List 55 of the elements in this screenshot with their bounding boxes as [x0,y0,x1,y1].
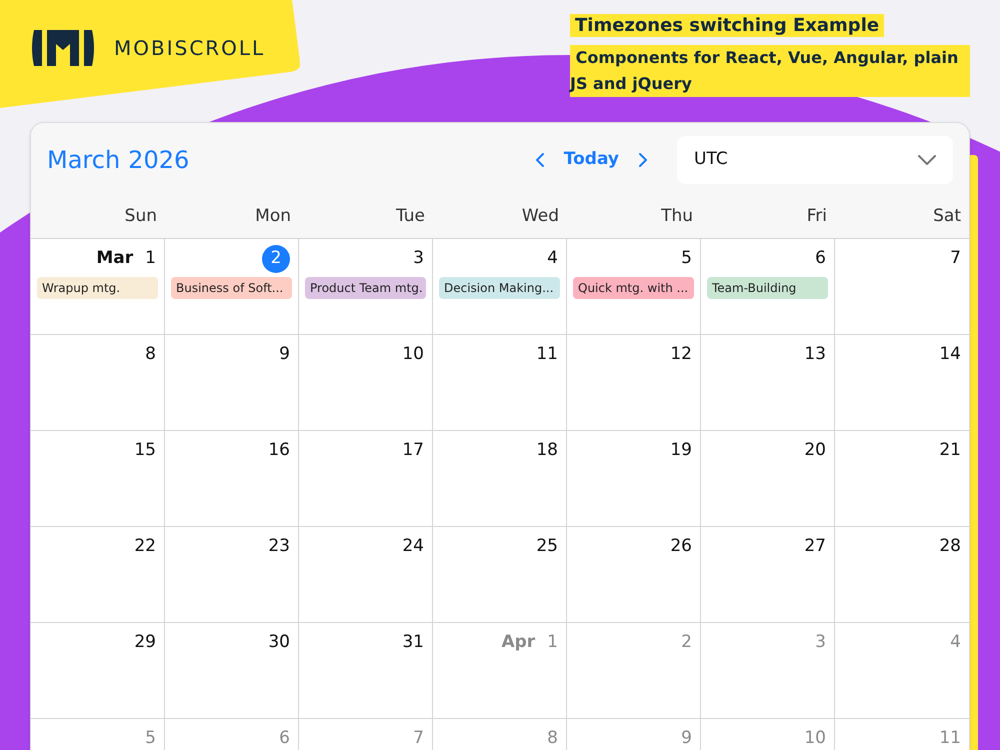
page-subtitle: Components for React, Vue, Angular, plain JS and jQuery [570,45,970,97]
day-number[interactable]: 12 [670,342,692,368]
weekday-label: Mon [255,205,291,228]
event-chip[interactable]: Decision Making... [439,277,560,299]
day-number[interactable]: 18 [536,438,558,464]
day-number[interactable]: 21 [939,438,961,464]
day-number[interactable]: 3 [413,246,424,272]
brand-name: MOBISCROLL [114,35,266,62]
event-chip[interactable]: Business of Soft... [171,277,292,299]
day-number[interactable]: 6 [815,246,826,272]
weekday-label: Sun [124,205,157,228]
weekday-label: Fri [806,205,827,228]
day-number[interactable]: 2 [262,245,290,273]
chevron-down-icon [918,154,936,164]
timezone-select[interactable]: UTC [677,136,953,184]
day-number[interactable]: 10 [402,342,424,368]
day-number[interactable]: 14 [939,342,961,368]
weekday-label: Sat [933,205,961,228]
day-number[interactable]: 29 [134,630,156,656]
day-number[interactable]: 22 [134,534,156,560]
day-number[interactable]: 1 [145,246,156,272]
day-number[interactable]: 20 [804,438,826,464]
day-number[interactable]: 25 [536,534,558,560]
year-title: 2026 [128,144,190,176]
month-title: March [47,144,120,176]
day-number[interactable]: 9 [279,342,290,368]
day-number[interactable]: 7 [950,246,961,272]
day-number[interactable]: 15 [134,438,156,464]
day-number[interactable]: 31 [402,630,424,656]
weekday-label: Wed [522,205,559,228]
weekday-label: Thu [661,205,693,228]
today-button[interactable]: Today [554,146,629,172]
day-number[interactable]: 27 [804,534,826,560]
month-label: Mar [96,247,134,270]
day-number[interactable]: 16 [268,438,290,464]
day-number[interactable]: 30 [268,630,290,656]
day-number[interactable]: 24 [402,534,424,560]
event-chip[interactable]: Team-Building [707,277,828,299]
event-chip[interactable]: Product Team mtg. [305,277,426,299]
day-number[interactable]: 11 [536,342,558,368]
weekday-label: Tue [396,205,425,228]
day-number[interactable]: 28 [939,534,961,560]
day-number[interactable]: 26 [670,534,692,560]
day-number[interactable]: 4 [547,246,558,272]
event-chip[interactable]: Wrapup mtg. [37,277,158,299]
day-number[interactable]: 8 [145,342,156,368]
day-number[interactable]: 17 [402,438,424,464]
day-number[interactable]: 13 [804,342,826,368]
logo-icon [30,30,96,66]
month-label: Apr [501,631,536,654]
day-number[interactable]: 23 [268,534,290,560]
day-number[interactable]: 19 [670,438,692,464]
day-number[interactable]: 5 [681,246,692,272]
event-chip[interactable]: Quick mtg. with ... [573,277,694,299]
page-title: Timezones switching Example [570,14,884,37]
